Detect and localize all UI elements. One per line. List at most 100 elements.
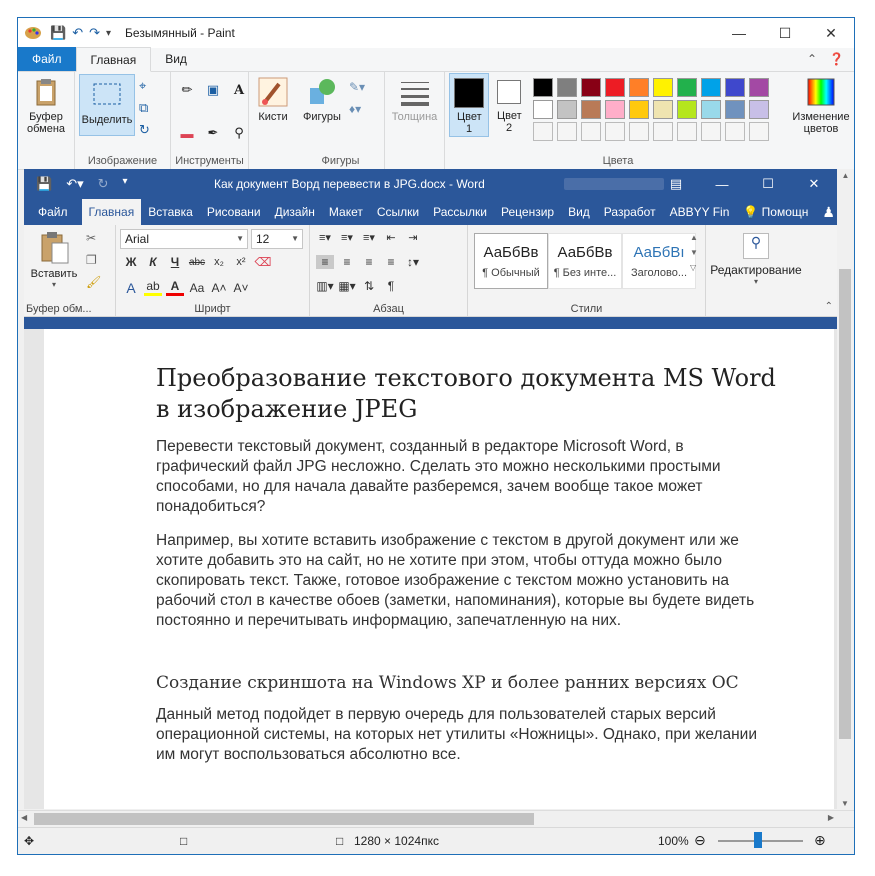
crop-icon[interactable]: ⌖ xyxy=(139,78,150,94)
palette-swatch[interactable] xyxy=(677,100,697,119)
word-tab-tell-me[interactable]: 💡 Помощн xyxy=(736,199,815,225)
rotate-icon[interactable]: ↻ xyxy=(139,122,150,138)
word-tab-view[interactable]: Вид xyxy=(561,199,597,225)
styles-scroll-down-icon[interactable]: ▼ xyxy=(690,248,702,257)
borders-icon[interactable]: ▦▾ xyxy=(338,279,356,293)
subscript-icon[interactable]: x₂ xyxy=(210,256,228,268)
bold-icon[interactable]: Ж xyxy=(122,255,140,269)
palette-swatch[interactable] xyxy=(701,100,721,119)
pencil-icon[interactable]: ✏ xyxy=(177,80,197,100)
help-icon[interactable]: ❓ xyxy=(829,52,844,66)
palette-swatch[interactable] xyxy=(557,100,577,119)
superscript-icon[interactable]: x² xyxy=(232,256,250,268)
palette-swatch[interactable] xyxy=(533,78,553,97)
word-tab-references[interactable]: Ссылки xyxy=(370,199,426,225)
palette-swatch[interactable] xyxy=(653,122,673,141)
minimize-button[interactable]: — xyxy=(716,18,762,48)
justify-icon[interactable]: ≡ xyxy=(382,255,400,269)
save-icon[interactable]: 💾 xyxy=(50,25,66,41)
color-picker-icon[interactable]: ✒ xyxy=(203,123,223,143)
palette-swatch[interactable] xyxy=(653,100,673,119)
italic-icon[interactable]: К xyxy=(144,255,162,269)
font-name-select[interactable]: Arial ▼ xyxy=(120,229,248,249)
palette-swatch[interactable] xyxy=(701,78,721,97)
collapse-ribbon-icon[interactable]: ⌃ xyxy=(807,52,817,66)
customize-quick-access-icon[interactable]: ▾ xyxy=(106,28,111,39)
word-tab-review[interactable]: Рецензир xyxy=(494,199,561,225)
align-left-icon[interactable]: ≡ xyxy=(316,255,334,269)
word-tab-home[interactable]: Главная xyxy=(81,199,142,225)
increase-indent-icon[interactable]: ⇥ xyxy=(404,231,422,244)
palette-swatch[interactable] xyxy=(701,122,721,141)
bullets-icon[interactable]: ≡▾ xyxy=(316,231,334,244)
editing-button[interactable]: ⚲ Редактирование ▾ xyxy=(710,233,802,286)
format-painter-icon[interactable]: 🖌 xyxy=(86,275,101,289)
change-case-icon[interactable]: Aa xyxy=(188,281,206,295)
palette-swatch[interactable] xyxy=(605,122,625,141)
palette-swatch[interactable] xyxy=(653,78,673,97)
tab-home[interactable]: Главная xyxy=(75,47,152,72)
tab-view[interactable]: Вид xyxy=(151,47,201,71)
styles-more-icon[interactable]: ▽ xyxy=(690,263,702,272)
word-collapse-ribbon-icon[interactable]: ⌃ xyxy=(825,301,833,312)
underline-icon[interactable]: Ч xyxy=(166,255,184,269)
word-save-icon[interactable]: 💾 xyxy=(36,176,52,192)
style-no-spacing[interactable]: АаБбВв ¶ Без инте... xyxy=(548,233,622,289)
palette-swatch[interactable] xyxy=(605,100,625,119)
magnifier-icon[interactable]: ⚲ xyxy=(229,123,249,143)
font-color-icon[interactable]: A xyxy=(166,279,184,296)
copy-icon[interactable]: ❐ xyxy=(86,253,101,267)
scroll-down-icon[interactable]: ▼ xyxy=(841,799,849,808)
resize-icon[interactable]: ⧉ xyxy=(139,100,150,116)
paint-horizontal-scrollbar[interactable]: ◀ ▶ xyxy=(18,810,854,827)
scroll-left-icon[interactable]: ◀ xyxy=(21,813,27,822)
word-tab-draw[interactable]: Рисовани xyxy=(200,199,268,225)
highlight-icon[interactable]: ab xyxy=(144,279,162,296)
show-marks-icon[interactable]: ¶ xyxy=(382,279,400,293)
clipboard-button[interactable]: Буфер обмена xyxy=(18,72,74,170)
line-spacing-icon[interactable]: ↕▾ xyxy=(404,255,422,269)
zoom-out-button[interactable]: ⊖ xyxy=(694,832,706,849)
word-minimize-button[interactable]: — xyxy=(699,169,745,199)
select-button[interactable]: Выделить xyxy=(79,74,135,136)
word-tab-file[interactable]: Файл xyxy=(24,199,82,225)
thickness-button[interactable]: Толщина xyxy=(385,72,444,170)
multilevel-list-icon[interactable]: ≡▾ xyxy=(360,231,378,244)
palette-swatch[interactable] xyxy=(581,122,601,141)
word-customize-icon[interactable]: ▾ xyxy=(123,176,128,192)
palette-swatch[interactable] xyxy=(557,78,577,97)
palette-swatch[interactable] xyxy=(533,122,553,141)
sort-icon[interactable]: ⇅ xyxy=(360,279,378,293)
palette-swatch[interactable] xyxy=(749,78,769,97)
strikethrough-icon[interactable]: abc xyxy=(188,257,206,268)
palette-swatch[interactable] xyxy=(629,78,649,97)
zoom-slider-thumb[interactable] xyxy=(754,832,762,848)
palette-swatch[interactable] xyxy=(629,100,649,119)
text-icon[interactable]: A xyxy=(229,80,249,100)
align-center-icon[interactable]: ≡ xyxy=(338,255,356,269)
shrink-font-icon[interactable]: A˅ xyxy=(232,281,250,295)
clear-format-icon[interactable]: ⌫ xyxy=(254,255,272,269)
palette-swatch[interactable] xyxy=(581,100,601,119)
align-right-icon[interactable]: ≡ xyxy=(360,255,378,269)
word-tab-mailings[interactable]: Рассылки xyxy=(426,199,494,225)
maximize-button[interactable]: ☐ xyxy=(762,18,808,48)
ribbon-display-icon[interactable]: ▤ xyxy=(653,169,699,199)
palette-swatch[interactable] xyxy=(581,78,601,97)
undo-icon[interactable]: ↶ xyxy=(72,25,83,41)
style-normal[interactable]: АаБбВв ¶ Обычный xyxy=(474,233,548,289)
brushes-button[interactable]: Кисти xyxy=(249,72,297,170)
fill-shape-icon[interactable]: ♦▾ xyxy=(349,102,365,116)
color1-button[interactable]: Цвет 1 xyxy=(449,73,489,137)
decrease-indent-icon[interactable]: ⇤ xyxy=(382,231,400,244)
font-size-select[interactable]: 12 ▼ xyxy=(251,229,303,249)
word-maximize-button[interactable]: ☐ xyxy=(745,169,791,199)
tab-file[interactable]: Файл xyxy=(18,47,76,71)
styles-scroll-up-icon[interactable]: ▲ xyxy=(690,233,702,242)
grow-font-icon[interactable]: A˄ xyxy=(210,281,228,295)
palette-swatch[interactable] xyxy=(533,100,553,119)
word-tab-design[interactable]: Дизайн xyxy=(268,199,322,225)
word-tab-developer[interactable]: Разработ xyxy=(597,199,663,225)
word-redo-icon[interactable]: ↻ xyxy=(98,176,109,192)
word-close-button[interactable]: ✕ xyxy=(791,169,837,199)
